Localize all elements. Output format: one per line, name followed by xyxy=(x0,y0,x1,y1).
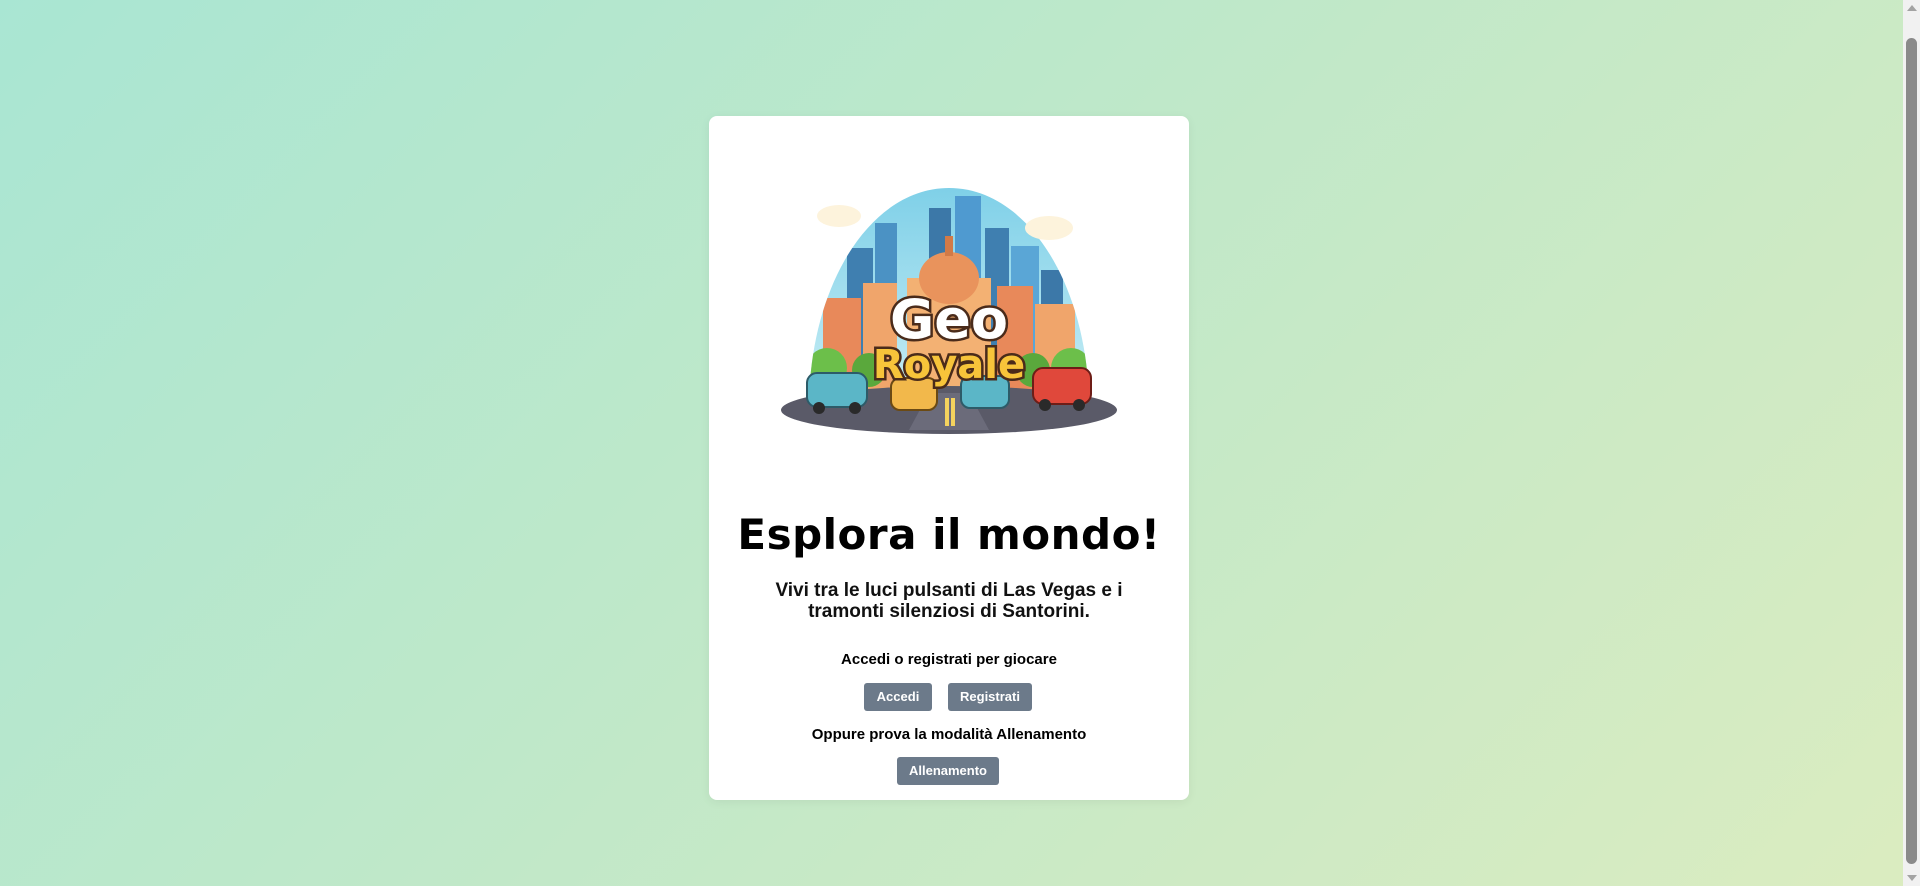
welcome-card: Geo Royale Esplora il mondo! Vivi tra le… xyxy=(709,116,1189,800)
login-button[interactable]: Accedi xyxy=(864,683,932,711)
vertical-scrollbar[interactable] xyxy=(1903,0,1920,886)
logo-word-royale: Royale xyxy=(873,342,1025,388)
scrollbar-thumb[interactable] xyxy=(1906,38,1917,864)
training-prompt: Oppure prova la modalità Allenamento xyxy=(811,726,1087,743)
scroll-down-arrow-icon[interactable] xyxy=(1907,875,1917,881)
training-button[interactable]: Allenamento xyxy=(897,757,999,785)
auth-prompt: Accedi o registrati per giocare xyxy=(841,651,1057,668)
scroll-up-arrow-icon[interactable] xyxy=(1907,5,1917,11)
page-subtitle: Vivi tra le luci pulsanti di Las Vegas e… xyxy=(775,580,1123,622)
geo-royale-logo: Geo Royale xyxy=(781,188,1117,434)
page-title: Esplora il mondo! xyxy=(737,510,1161,559)
register-button[interactable]: Registrati xyxy=(948,683,1032,711)
